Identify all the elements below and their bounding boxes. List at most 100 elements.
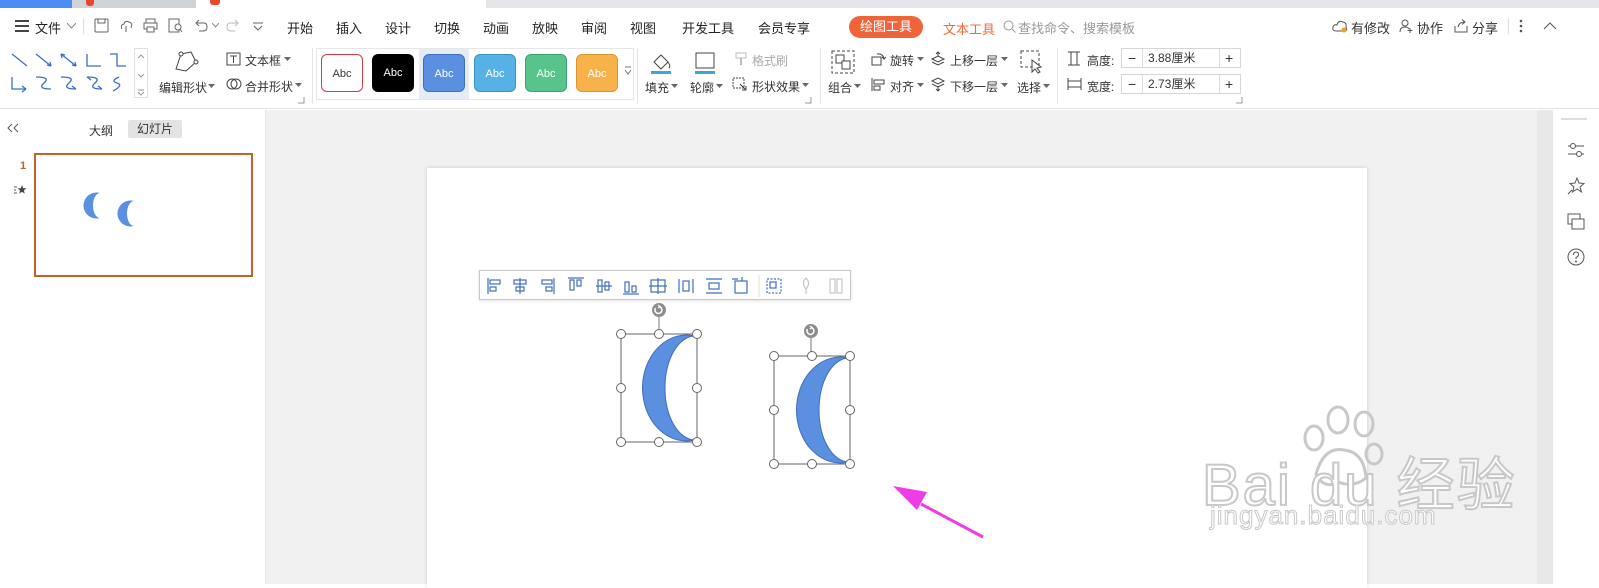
slide-switch-icon[interactable] — [1567, 213, 1585, 231]
line-shapes-gallery[interactable] — [9, 51, 135, 95]
tab-animation[interactable]: 动画 — [483, 18, 509, 37]
shape-style-3[interactable]: Abc — [423, 54, 465, 92]
height-input[interactable]: − 3.88厘米 + — [1121, 48, 1241, 68]
redo-icon[interactable] — [226, 18, 241, 33]
gallery-scroll-arrows-icon — [137, 54, 145, 96]
width-decrement-button[interactable]: − — [1128, 75, 1136, 93]
align-tool-icons — [487, 275, 843, 297]
file-menu[interactable]: 文件 — [35, 18, 61, 37]
canvas-scrollbar[interactable] — [1537, 110, 1553, 584]
style-gallery-more-icon[interactable] — [624, 66, 632, 76]
shape-style-6[interactable]: Abc — [576, 54, 618, 92]
text-box-button[interactable]: 文本框 — [245, 52, 281, 69]
collaborate-button[interactable]: 协作 — [1417, 18, 1443, 37]
fill-dialog-launcher-icon[interactable] — [805, 97, 812, 104]
search-input[interactable]: 查找命令、搜索模板 — [1018, 18, 1135, 37]
shape-style-4[interactable]: Abc — [474, 54, 516, 92]
bring-forward-button[interactable]: 上移一层 — [950, 52, 998, 69]
help-icon[interactable] — [1567, 248, 1585, 266]
resize-handle[interactable] — [692, 329, 702, 339]
edit-shape-button[interactable]: 编辑形状 — [159, 79, 207, 96]
tab-view[interactable]: 视图 — [630, 18, 656, 37]
resize-handle[interactable] — [616, 437, 626, 447]
shape-style-2[interactable]: Abc — [372, 54, 414, 92]
height-value[interactable]: 3.88厘米 — [1148, 49, 1195, 67]
tab-text-tools[interactable]: 文本工具 — [943, 19, 995, 38]
outline-dropdown-icon — [716, 84, 723, 88]
merge-shape-button[interactable]: 合并形状 — [245, 78, 293, 95]
tab-membership[interactable]: 会员专享 — [758, 18, 810, 37]
cloud-sync-icon[interactable] — [119, 18, 134, 33]
select-button[interactable]: 选择 — [1017, 79, 1041, 96]
resize-handle[interactable] — [692, 437, 702, 447]
fill-button[interactable]: 填充 — [645, 79, 669, 96]
share-button[interactable]: 分享 — [1472, 18, 1498, 37]
resize-handle[interactable] — [845, 405, 855, 415]
resize-handle[interactable] — [616, 383, 626, 393]
resize-handle[interactable] — [654, 329, 664, 339]
resize-handle[interactable] — [616, 329, 626, 339]
group-button[interactable]: 组合 — [828, 79, 852, 96]
save-icon[interactable] — [94, 18, 109, 33]
format-painter-button[interactable]: 格式刷 — [752, 52, 788, 69]
shape-style-5[interactable]: Abc — [525, 54, 567, 92]
shape-style-1[interactable]: Abc — [321, 54, 363, 92]
fill-dropdown-icon — [671, 84, 678, 88]
window-tab-active[interactable] — [196, 0, 486, 8]
tab-transitions[interactable]: 切换 — [434, 18, 460, 37]
dialog-launcher-icon[interactable] — [298, 97, 305, 104]
height-increment-button[interactable]: + — [1225, 49, 1233, 67]
tab-design[interactable]: 设计 — [385, 18, 411, 37]
share-icon — [1454, 19, 1468, 33]
print-preview-icon[interactable] — [168, 18, 183, 33]
align-button[interactable]: 对齐 — [890, 78, 914, 95]
undo-icon[interactable] — [193, 18, 208, 33]
quick-access-more-icon[interactable] — [253, 21, 263, 31]
slide-number: 1 — [20, 160, 27, 172]
cloud-modified-icon — [1332, 20, 1348, 33]
resize-handle[interactable] — [769, 459, 779, 469]
resize-handle[interactable] — [769, 351, 779, 361]
moon-shape-1[interactable] — [617, 300, 707, 450]
tab-slideshow[interactable]: 放映 — [532, 18, 558, 37]
resize-handle[interactable] — [845, 459, 855, 469]
resize-handle[interactable] — [845, 351, 855, 361]
tab-developer[interactable]: 开发工具 — [682, 18, 734, 37]
moon-shape-2[interactable] — [769, 321, 859, 471]
resize-handle[interactable] — [769, 405, 779, 415]
slide-thumbnail[interactable] — [34, 153, 253, 277]
tab-outline[interactable]: 大纲 — [89, 122, 113, 139]
window-tab-home[interactable] — [0, 0, 72, 8]
width-increment-button[interactable]: + — [1225, 75, 1233, 93]
modified-status-button[interactable]: 有修改 — [1351, 18, 1390, 37]
height-decrement-button[interactable]: − — [1128, 49, 1136, 67]
resize-handle[interactable] — [692, 383, 702, 393]
send-backward-button[interactable]: 下移一层 — [950, 78, 998, 95]
hamburger-icon[interactable] — [15, 20, 29, 32]
resize-handle[interactable] — [654, 437, 664, 447]
shape-effect-icon — [732, 77, 747, 91]
size-dialog-launcher-icon[interactable] — [1236, 97, 1243, 104]
resize-handle[interactable] — [807, 459, 817, 469]
edit-shape-dropdown-icon — [208, 84, 215, 88]
width-value[interactable]: 2.73厘米 — [1148, 75, 1195, 93]
properties-icon[interactable] — [1567, 142, 1585, 158]
print-icon[interactable] — [143, 18, 158, 33]
width-input[interactable]: − 2.73厘米 + — [1121, 74, 1241, 94]
tab-home[interactable]: 开始 — [287, 18, 313, 37]
animation-icon[interactable] — [1567, 177, 1585, 195]
floating-align-toolbar — [479, 270, 851, 300]
collapse-ribbon-icon[interactable] — [1543, 22, 1557, 30]
rotate-button[interactable]: 旋转 — [890, 52, 914, 69]
resize-handle[interactable] — [807, 351, 817, 361]
tab-review[interactable]: 审阅 — [581, 18, 607, 37]
shape-effect-button[interactable]: 形状效果 — [752, 78, 800, 95]
window-tab-doc[interactable] — [72, 0, 196, 8]
collapse-panel-icon[interactable] — [7, 123, 19, 133]
tab-drawing-tools[interactable]: 绘图工具 — [849, 16, 923, 38]
tab-insert[interactable]: 插入 — [336, 18, 362, 37]
outline-button[interactable]: 轮廓 — [690, 79, 714, 96]
undo-dropdown-icon[interactable] — [212, 23, 219, 28]
more-options-icon[interactable] — [1519, 19, 1523, 33]
tab-slides[interactable]: 幻灯片 — [128, 120, 182, 138]
